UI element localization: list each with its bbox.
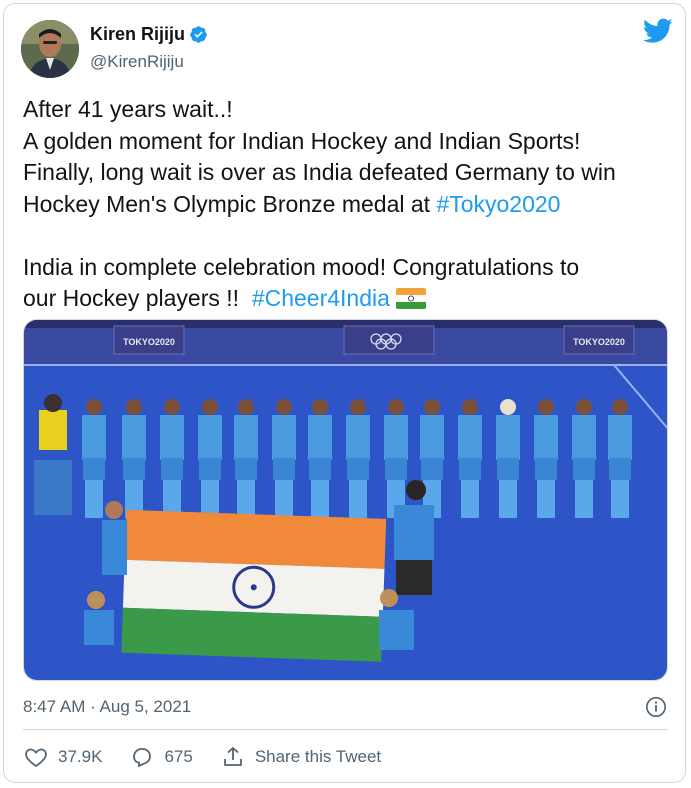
tweet-line-6: our Hockey players !!: [23, 285, 252, 311]
hashtag-tokyo2020[interactable]: #Tokyo2020: [436, 191, 560, 217]
player-figure: [122, 415, 146, 460]
like-count: 37.9K: [58, 747, 103, 766]
heart-icon: [25, 748, 47, 768]
reply-icon: [133, 748, 152, 768]
player-figure: [608, 415, 632, 460]
info-icon[interactable]: [645, 696, 667, 718]
author-name[interactable]: Kiren Rijiju: [90, 24, 208, 45]
player-figure: [198, 415, 222, 460]
share-button[interactable]: Share this Tweet: [221, 745, 381, 769]
share-label: Share this Tweet: [254, 747, 382, 766]
verified-badge-icon: [190, 26, 207, 43]
divider: [23, 729, 668, 730]
reply-count: 675: [164, 747, 193, 766]
tweet-text: After 41 years wait..! A golden moment f…: [23, 94, 663, 315]
india-flag-emoji: [395, 288, 426, 309]
tweet-line-2: A golden moment for Indian Hockey and In…: [23, 127, 581, 154]
share-icon: [223, 747, 242, 766]
tweet-timestamp[interactable]: 8:47 AM · Aug 5, 2021: [23, 697, 191, 717]
player-figure: [272, 415, 296, 460]
team-photo: TOKYO2020 TOKYO2020: [24, 320, 667, 680]
tweet-line-5: India in complete celebration mood! Cong…: [23, 253, 580, 280]
player-figure: [572, 415, 596, 460]
player-figure: [458, 415, 482, 460]
player-figure: [160, 415, 184, 460]
player-figure: [384, 415, 408, 460]
tweet-line-3: Finally, long wait is over as India defe…: [23, 159, 616, 185]
player-figure: [308, 415, 332, 460]
tweet-actions: 37.9K 675 Share this Tweet: [24, 745, 409, 769]
tweet-photo[interactable]: TOKYO2020 TOKYO2020: [23, 319, 668, 681]
hashtag-cheer4india[interactable]: #Cheer4India: [252, 285, 390, 311]
banner-left: TOKYO2020: [123, 337, 175, 347]
player-figure: [496, 415, 520, 460]
tweet-line-4: Hockey Men's Olympic Bronze medal at: [23, 190, 437, 217]
player-figure: [234, 415, 258, 460]
player-figure: [420, 415, 444, 460]
author-handle[interactable]: @KirenRijiju: [90, 52, 184, 72]
like-button[interactable]: 37.9K: [24, 745, 102, 769]
author-avatar[interactable]: [21, 20, 79, 78]
twitter-bird-icon[interactable]: [643, 18, 673, 44]
banner-right: TOKYO2020: [573, 337, 625, 347]
player-figure: [346, 415, 370, 460]
player-figure: [534, 415, 558, 460]
tweet-line-1: After 41 years wait..!: [23, 96, 233, 122]
player-figure: [82, 415, 106, 460]
reply-button[interactable]: 675: [130, 745, 193, 769]
author-name-text[interactable]: Kiren Rijiju: [90, 24, 185, 45]
